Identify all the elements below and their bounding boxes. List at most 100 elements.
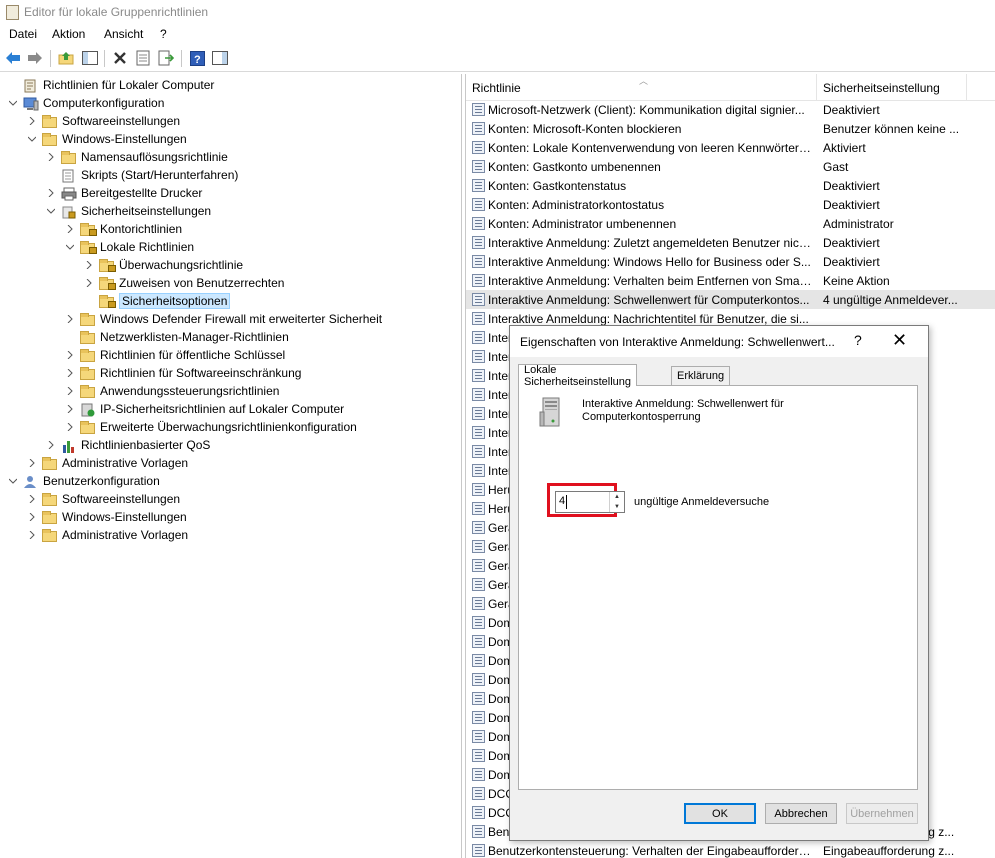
tree-item[interactable]: Namensauflösungsrichtlinie: [45, 148, 228, 166]
tree-item[interactable]: Richtlinien für öffentliche Schlüssel: [64, 346, 285, 364]
up-folder-icon[interactable]: [57, 49, 75, 67]
tab-erklaerung[interactable]: Erklärung: [671, 366, 731, 385]
dialog-help-button[interactable]: ?: [854, 332, 862, 348]
chevron-right-icon[interactable]: [45, 151, 57, 163]
policy-row[interactable]: Konten: Administrator umbenennen Administ…: [466, 214, 995, 233]
chevron-down-icon[interactable]: [7, 97, 19, 109]
policy-row[interactable]: Konten: Microsoft-Konten blockieren Benut…: [466, 119, 995, 138]
properties-icon[interactable]: [134, 49, 152, 67]
chevron-right-icon[interactable]: [64, 385, 76, 397]
folder-icon: [42, 132, 58, 146]
apply-button[interactable]: Übernehmen: [846, 803, 918, 824]
chevron-down-icon[interactable]: [64, 241, 76, 253]
show-hide-tree-icon[interactable]: [81, 49, 99, 67]
chevron-right-icon[interactable]: [26, 115, 38, 127]
tree-item[interactable]: Sicherheitsoptionen: [83, 292, 231, 310]
tree-item[interactable]: IP-Sicherheitsrichtlinien auf Lokaler Co…: [64, 400, 344, 418]
tab-lokale-sicherheitseinstellung[interactable]: Lokale Sicherheitseinstellung: [518, 364, 637, 388]
column-header-sicherheitseinstellung[interactable]: Sicherheitseinstellung: [823, 81, 940, 95]
chevron-right-icon[interactable]: [64, 223, 76, 235]
dialog-close-button[interactable]: ✕: [892, 330, 907, 351]
back-icon[interactable]: [4, 49, 22, 67]
policy-icon: [472, 407, 485, 420]
chevron-right-icon[interactable]: [26, 493, 38, 505]
policy-row[interactable]: Interaktive Anmeldung: Windows Hello for…: [466, 252, 995, 271]
spin-down-button[interactable]: ▼: [610, 502, 624, 512]
policy-row[interactable]: Konten: Lokale Kontenverwendung von leer…: [466, 138, 995, 157]
tree-item[interactable]: Netzwerklisten-Manager-Richtlinien: [64, 328, 289, 346]
tree-item[interactable]: Skripts (Start/Herunterfahren): [45, 166, 238, 184]
tree-item[interactable]: Administrative Vorlagen: [26, 526, 188, 544]
policy-row[interactable]: Konten: Gastkontenstatus Deaktiviert: [466, 176, 995, 195]
tree-item[interactable]: Windows-Einstellungen: [26, 508, 187, 526]
delete-icon[interactable]: [111, 49, 129, 67]
tree-item[interactable]: Softwareeinstellungen: [26, 490, 180, 508]
tree-item-label: Überwachungsrichtlinie: [119, 258, 244, 272]
tree-item[interactable]: Lokale Richtlinien: [64, 238, 194, 256]
tree-item[interactable]: Richtlinien für Softwareeinschränkung: [64, 364, 301, 382]
policy-row[interactable]: Microsoft-Netzwerk (Client): Kommunikati…: [466, 100, 995, 119]
policy-icon: [472, 692, 485, 705]
chevron-down-icon[interactable]: [7, 475, 19, 487]
menu-ansicht[interactable]: Ansicht: [104, 27, 143, 41]
chevron-right-icon[interactable]: [26, 457, 38, 469]
tree-item[interactable]: Kontorichtlinien: [64, 220, 182, 238]
window-title: Editor für lokale Gruppenrichtlinien: [24, 5, 209, 19]
chevron-down-icon[interactable]: [26, 133, 38, 145]
tree-item[interactable]: Richtlinien für Lokaler Computer: [7, 76, 214, 94]
column-header-richtlinie[interactable]: Richtlinie: [472, 81, 521, 95]
tree-item[interactable]: Bereitgestellte Drucker: [45, 184, 202, 202]
policy-icon: [472, 787, 485, 800]
tree-item[interactable]: Anwendungssteuerungsrichtlinien: [64, 382, 279, 400]
policy-row[interactable]: Konten: Administratorkontostatus Deaktivi…: [466, 195, 995, 214]
tree-item-label: Anwendungssteuerungsrichtlinien: [100, 384, 280, 398]
chevron-right-icon[interactable]: [64, 421, 76, 433]
chevron-right-icon[interactable]: [45, 439, 57, 451]
show-hide-action-pane-icon[interactable]: [211, 49, 229, 67]
chevron-right-icon[interactable]: [45, 187, 57, 199]
list-header: Richtlinie ︿ Sicherheitseinstellung: [466, 74, 995, 101]
forward-icon[interactable]: [26, 49, 44, 67]
chevron-right-icon[interactable]: [64, 313, 76, 325]
tree-item[interactable]: Richtlinienbasierter QoS: [45, 436, 210, 454]
menu-help[interactable]: ?: [160, 27, 167, 41]
tree-item[interactable]: Windows Defender Firewall mit erweiterte…: [64, 310, 382, 328]
lockfolder-icon: [99, 294, 116, 308]
policy-row[interactable]: Konten: Gastkonto umbenennen Gast: [466, 157, 995, 176]
cancel-button[interactable]: Abbrechen: [765, 803, 837, 824]
ok-button[interactable]: OK: [684, 803, 756, 824]
lockout-threshold-spinner[interactable]: 4 ▲ ▼: [555, 491, 625, 513]
tree-item[interactable]: Sicherheitseinstellungen: [45, 202, 211, 220]
menu-aktion[interactable]: Aktion: [52, 27, 85, 41]
chevron-right-icon[interactable]: [64, 349, 76, 361]
tree-item[interactable]: Überwachungsrichtlinie: [83, 256, 243, 274]
policy-icon: [472, 749, 485, 762]
chevron-down-icon[interactable]: [45, 205, 57, 217]
tree-item[interactable]: Windows-Einstellungen: [26, 130, 187, 148]
policy-row[interactable]: Benutzerkontensteuerung: Verhalten der E…: [466, 841, 995, 858]
lockout-threshold-value[interactable]: 4: [559, 495, 565, 507]
chevron-right-icon[interactable]: [26, 511, 38, 523]
tree-item[interactable]: Administrative Vorlagen: [26, 454, 188, 472]
text-caret: [566, 495, 567, 509]
policy-row[interactable]: Interaktive Anmeldung: Zuletzt angemelde…: [466, 233, 995, 252]
policy-icon: [472, 559, 485, 572]
tree-item[interactable]: Computerkonfiguration: [7, 94, 164, 112]
chevron-right-icon[interactable]: [26, 529, 38, 541]
tree-item[interactable]: Softwareeinstellungen: [26, 112, 180, 130]
policy-row[interactable]: Interaktive Anmeldung: Verhalten beim En…: [466, 271, 995, 290]
spin-up-button[interactable]: ▲: [610, 492, 624, 502]
tree-item[interactable]: Benutzerkonfiguration: [7, 472, 160, 490]
tree-item[interactable]: Erweiterte Überwachungsrichtlinienkonfig…: [64, 418, 357, 436]
chevron-right-icon[interactable]: [83, 277, 95, 289]
menu-datei[interactable]: Datei: [9, 27, 37, 41]
tree-item[interactable]: Zuweisen von Benutzerrechten: [83, 274, 284, 292]
tree-item-label: Kontorichtlinien: [100, 222, 183, 236]
help-icon[interactable]: ?: [188, 49, 206, 67]
export-icon[interactable]: [157, 49, 175, 67]
policy-row[interactable]: Interaktive Anmeldung: Schwellenwert für…: [466, 290, 995, 309]
chevron-right-icon[interactable]: [83, 259, 95, 271]
policy-icon: [472, 483, 485, 496]
chevron-right-icon[interactable]: [64, 367, 76, 379]
chevron-right-icon[interactable]: [64, 403, 76, 415]
